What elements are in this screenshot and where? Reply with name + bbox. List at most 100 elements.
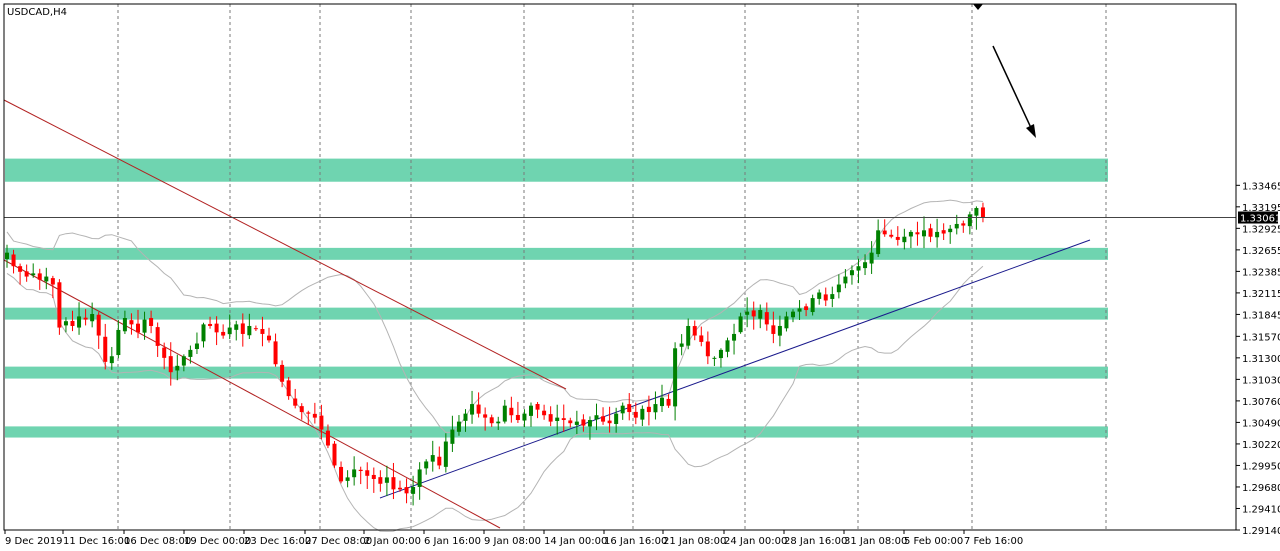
candle-body-96 [633,411,638,418]
candle-body-3 [24,271,29,277]
candle-body-60 [398,487,402,490]
candle-body-130 [856,266,861,271]
candle-body-59 [391,477,396,490]
candle-body-105 [692,326,697,336]
candle-body-62 [411,486,416,494]
candle-body-106 [699,335,704,342]
candle-body-34 [227,327,232,335]
arrow-shaft [992,45,1033,131]
candle-body-64 [424,461,429,469]
candle-body-0 [5,252,9,260]
y-tick-label-4: 1.32385 [1242,267,1280,278]
candle-body-1 [11,254,16,267]
candle-body-51 [339,466,344,482]
candle-body-8 [57,282,62,328]
candle-body-113 [745,311,750,315]
x-tick-label-14: 31 Jan 08:00 [844,536,907,547]
candle-body-125 [823,294,828,301]
x-tick-label-9: 14 Jan 00:00 [544,536,607,547]
x-tick-label-12: 24 Jan 00:00 [724,536,787,547]
y-tick-label-16: 1.29140 [1242,526,1280,537]
candle-body-43 [286,380,291,397]
candle-body-75 [496,421,501,424]
candle-body-135 [889,234,894,237]
candle-body-25 [168,356,173,373]
candle-body-144 [948,228,953,233]
x-tick-label-7: 6 Jan 16:00 [424,536,481,547]
candle-body-122 [804,306,809,311]
candle-body-40 [267,335,271,341]
candle-body-17 [116,329,121,356]
current-price-label: 1.33061 [1240,214,1280,225]
x-tick-label-13: 28 Jan 16:00 [784,536,847,547]
y-tick-label-5: 1.32115 [1242,289,1280,300]
candle-body-63 [417,469,422,487]
candle-body-116 [764,312,769,325]
candle-body-79 [522,413,527,421]
candle-body-118 [777,325,782,336]
x-tick-label-4: 23 Dec 16:00 [244,536,311,547]
candle-body-109 [718,349,723,359]
x-tick-label-8: 9 Jan 08:00 [484,536,541,547]
candle-body-28 [188,349,193,357]
candle-body-93 [614,413,619,425]
candle-body-141 [928,228,933,237]
candle-body-134 [882,230,887,235]
zone-4 [5,426,1108,438]
candle-body-111 [732,333,737,341]
y-tick-label-8: 1.31300 [1242,354,1280,365]
candle-body-128 [843,276,848,284]
top-marker [973,4,983,10]
candle-body-77 [509,407,514,416]
price-chart[interactable]: 1.33061 9 Dec 2019 11 Dec 16:0016 Dec 08:… [0,0,1280,551]
candle-body-37 [247,325,252,336]
y-tick-label-6: 1.31845 [1242,310,1280,321]
candle-body-15 [103,336,108,362]
candle-body-90 [594,415,599,420]
candle-body-7 [50,278,55,285]
candle-body-56 [371,474,376,479]
candle-body-16 [109,356,114,364]
candle-body-110 [725,340,730,352]
zone-2 [5,307,1108,320]
candle-body-107 [705,341,710,357]
candle-body-108 [712,357,717,359]
candle-body-99 [653,404,658,413]
y-tick-label-3: 1.32655 [1242,246,1280,257]
band-lower [6,265,984,532]
candle-body-87 [574,421,579,425]
y-tick-label-15: 1.29410 [1242,504,1280,515]
candle-body-103 [679,343,684,347]
candle-body-146 [961,223,966,226]
candle-body-68 [450,429,455,444]
candle-body-143 [941,230,946,234]
x-tick-label-3: 19 Dec 00:00 [184,536,251,547]
x-tick-label-0: 9 Dec 2019 [5,536,63,547]
candle-body-127 [836,284,841,293]
y-tick-label-9: 1.31030 [1242,375,1280,386]
y-tick-label-7: 1.31570 [1242,332,1280,343]
candle-body-38 [253,328,258,330]
x-tick-label-10: 16 Jan 16:00 [604,536,667,547]
candle-body-100 [660,397,664,407]
candle-body-32 [214,323,219,333]
candle-body-74 [489,417,494,424]
x-tick-label-11: 21 Jan 08:00 [663,536,726,547]
candle-body-52 [345,477,350,481]
candle-body-11 [77,316,82,328]
candle-body-83 [548,414,553,422]
candle-body-19 [129,320,134,325]
candle-body-145 [954,223,959,229]
candle-body-23 [155,327,160,346]
candle-body-21 [142,319,147,333]
candle-body-102 [673,348,678,407]
plot-frame [3,3,1237,531]
x-tick-label-5: 27 Dec 08:00 [305,536,372,547]
candle-body-70 [463,413,468,421]
y-tick-label-12: 1.30220 [1242,440,1280,451]
candle-body-133 [876,230,881,255]
candle-body-18 [122,318,127,332]
candle-body-2 [18,266,23,272]
candle-body-22 [149,317,154,326]
candle-body-55 [365,470,370,476]
